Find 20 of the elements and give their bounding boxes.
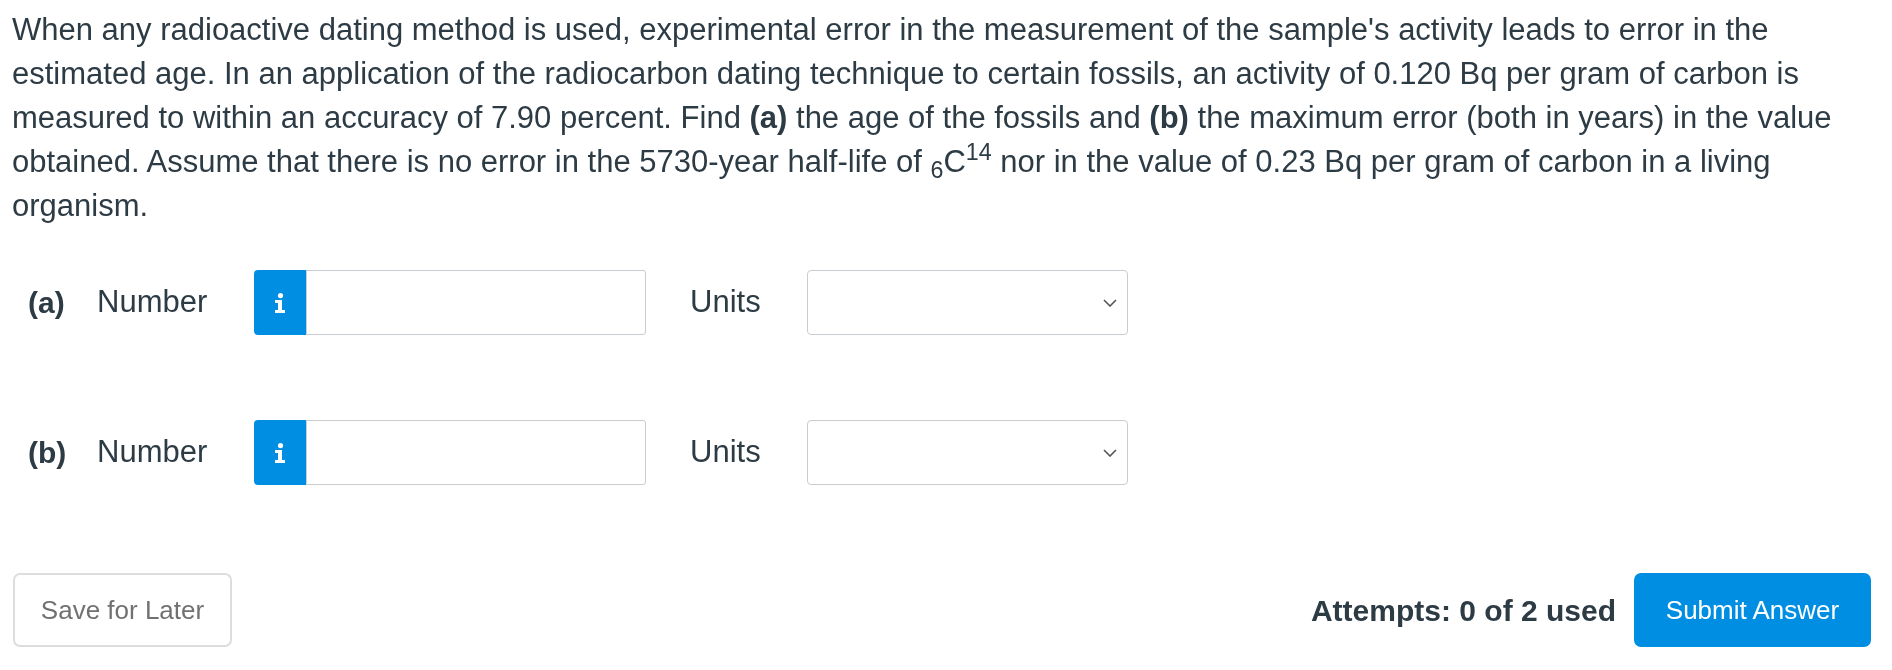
info-icon	[275, 442, 285, 463]
units-label: Units	[690, 433, 762, 472]
number-field[interactable]	[306, 420, 646, 485]
number-field[interactable]	[306, 270, 646, 335]
attempts-text: Attempts: 0 of 2 used	[1310, 592, 1616, 629]
units-dropdown[interactable]	[807, 420, 1128, 485]
number-label: Number	[97, 433, 209, 472]
info-button[interactable]	[254, 270, 306, 335]
number-label: Number	[97, 283, 209, 322]
units-label: Units	[690, 283, 762, 322]
part-label: (b)	[28, 435, 68, 471]
question-text: When any radioactive dating method is used, experimental error in the measurement of the sample's activity leads to error in the estimated age. In an application of the radiocarbon dating technique to certain fossils, an activity of 0.120 Bq per gram of carbon is measured to within an accuracy of 7.90 percent. Find (a) the age of the fossils and (b) the maximum error (both in years) in the value obtained. Assume that there is no error in the 5730-year half-life of $_{6}$C$^{14}$ nor in the value of 0.23 Bq per gram of carbon in a living organism.	[12, 11, 1833, 225]
units-dropdown[interactable]	[807, 270, 1128, 335]
submit-answer-button[interactable]: Submit Answer	[1634, 573, 1871, 647]
save-for-later-button[interactable]: Save for Later	[13, 573, 232, 647]
chevron-down-icon	[1103, 448, 1117, 457]
info-button[interactable]	[254, 420, 306, 485]
part-label: (a)	[28, 285, 66, 321]
chevron-down-icon	[1103, 298, 1117, 307]
info-icon	[275, 292, 285, 313]
